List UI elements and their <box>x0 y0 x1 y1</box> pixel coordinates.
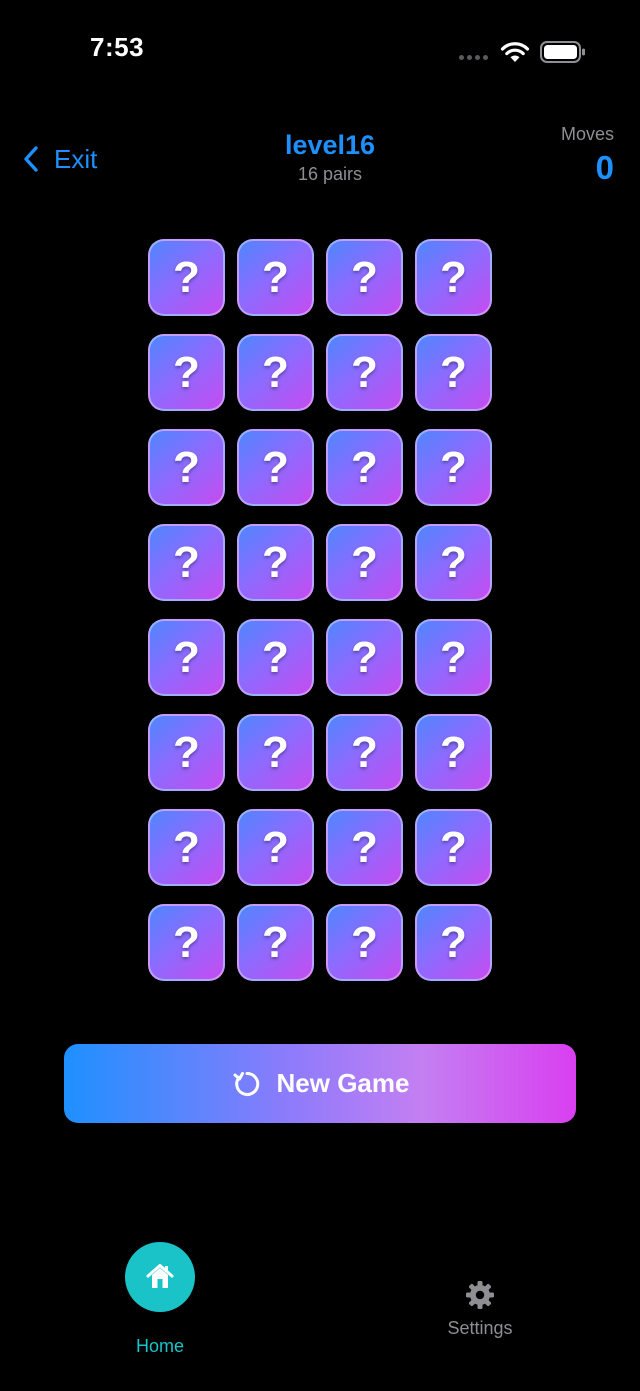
question-mark-icon: ? <box>173 442 200 492</box>
pairs-subtitle: 16 pairs <box>297 164 363 184</box>
memory-card[interactable]: ? <box>237 239 314 316</box>
question-mark-icon: ? <box>440 917 467 967</box>
question-mark-icon: ? <box>351 442 378 492</box>
question-mark-icon: ? <box>440 537 467 587</box>
question-mark-icon: ? <box>440 442 467 492</box>
new-game-label: New Game <box>276 1068 410 1098</box>
memory-card[interactable]: ? <box>148 904 225 981</box>
question-mark-icon: ? <box>173 632 200 682</box>
question-mark-icon: ? <box>351 632 378 682</box>
question-mark-icon: ? <box>262 822 289 872</box>
question-mark-icon: ? <box>262 442 289 492</box>
memory-card[interactable]: ? <box>415 429 492 506</box>
moves-count: 0 <box>595 149 614 186</box>
question-mark-icon: ? <box>440 822 467 872</box>
chevron-left-icon <box>24 146 38 172</box>
question-mark-icon: ? <box>440 727 467 777</box>
memory-card[interactable]: ? <box>237 334 314 411</box>
question-mark-icon: ? <box>351 822 378 872</box>
question-mark-icon: ? <box>262 917 289 967</box>
level-title: level16 <box>284 130 376 160</box>
question-mark-icon: ? <box>351 252 378 302</box>
question-mark-icon: ? <box>173 537 200 587</box>
memory-card[interactable]: ? <box>326 429 403 506</box>
memory-card[interactable]: ? <box>237 429 314 506</box>
question-mark-icon: ? <box>173 822 200 872</box>
memory-card[interactable]: ? <box>326 619 403 696</box>
gear-icon <box>466 1281 494 1309</box>
card-grid: ???????????????????????????????? <box>148 239 492 981</box>
memory-card[interactable]: ? <box>148 429 225 506</box>
question-mark-icon: ? <box>173 347 200 397</box>
memory-card[interactable]: ? <box>237 524 314 601</box>
home-tab-circle <box>125 1242 195 1312</box>
battery-icon <box>540 41 585 63</box>
cellular-dots-icon <box>459 55 491 61</box>
memory-card[interactable]: ? <box>415 904 492 981</box>
question-mark-icon: ? <box>262 727 289 777</box>
memory-card[interactable]: ? <box>148 809 225 886</box>
question-mark-icon: ? <box>262 537 289 587</box>
question-mark-icon: ? <box>173 252 200 302</box>
wifi-icon <box>500 42 530 62</box>
memory-card[interactable]: ? <box>148 239 225 316</box>
moves-counter: Moves 0 <box>561 124 614 187</box>
memory-card[interactable]: ? <box>326 904 403 981</box>
question-mark-icon: ? <box>173 727 200 777</box>
memory-card[interactable]: ? <box>326 809 403 886</box>
exit-label: Exit <box>54 143 98 174</box>
memory-card[interactable]: ? <box>148 619 225 696</box>
tab-home-label: Home <box>135 1336 184 1356</box>
question-mark-icon: ? <box>351 727 378 777</box>
question-mark-icon: ? <box>440 252 467 302</box>
memory-card[interactable]: ? <box>415 334 492 411</box>
memory-card[interactable]: ? <box>237 714 314 791</box>
question-mark-icon: ? <box>262 347 289 397</box>
tab-settings-label: Settings <box>447 1318 513 1338</box>
home-icon <box>146 1264 174 1288</box>
memory-card[interactable]: ? <box>326 239 403 316</box>
memory-card[interactable]: ? <box>415 714 492 791</box>
exit-button[interactable]: Exit <box>22 138 97 180</box>
memory-card[interactable]: ? <box>415 619 492 696</box>
memory-card[interactable]: ? <box>148 334 225 411</box>
tab-home[interactable]: Home <box>110 1242 210 1357</box>
question-mark-icon: ? <box>173 917 200 967</box>
question-mark-icon: ? <box>351 347 378 397</box>
memory-card[interactable]: ? <box>237 619 314 696</box>
memory-card[interactable]: ? <box>148 714 225 791</box>
memory-card[interactable]: ? <box>415 809 492 886</box>
memory-card[interactable]: ? <box>237 904 314 981</box>
memory-card[interactable]: ? <box>148 524 225 601</box>
level-header: level16 16 pairs <box>200 128 460 185</box>
memory-card[interactable]: ? <box>415 239 492 316</box>
status-time: 7:53 <box>90 32 145 62</box>
memory-card[interactable]: ? <box>326 524 403 601</box>
memory-card[interactable]: ? <box>326 714 403 791</box>
question-mark-icon: ? <box>262 252 289 302</box>
question-mark-icon: ? <box>440 347 467 397</box>
question-mark-icon: ? <box>351 537 378 587</box>
memory-card[interactable]: ? <box>326 334 403 411</box>
tab-settings[interactable]: Settings <box>430 1280 530 1339</box>
refresh-icon <box>233 1071 259 1096</box>
new-game-button[interactable]: New Game <box>64 1044 576 1123</box>
question-mark-icon: ? <box>262 632 289 682</box>
question-mark-icon: ? <box>440 632 467 682</box>
memory-card[interactable]: ? <box>415 524 492 601</box>
memory-card[interactable]: ? <box>237 809 314 886</box>
moves-label: Moves <box>560 124 614 144</box>
question-mark-icon: ? <box>351 917 378 967</box>
